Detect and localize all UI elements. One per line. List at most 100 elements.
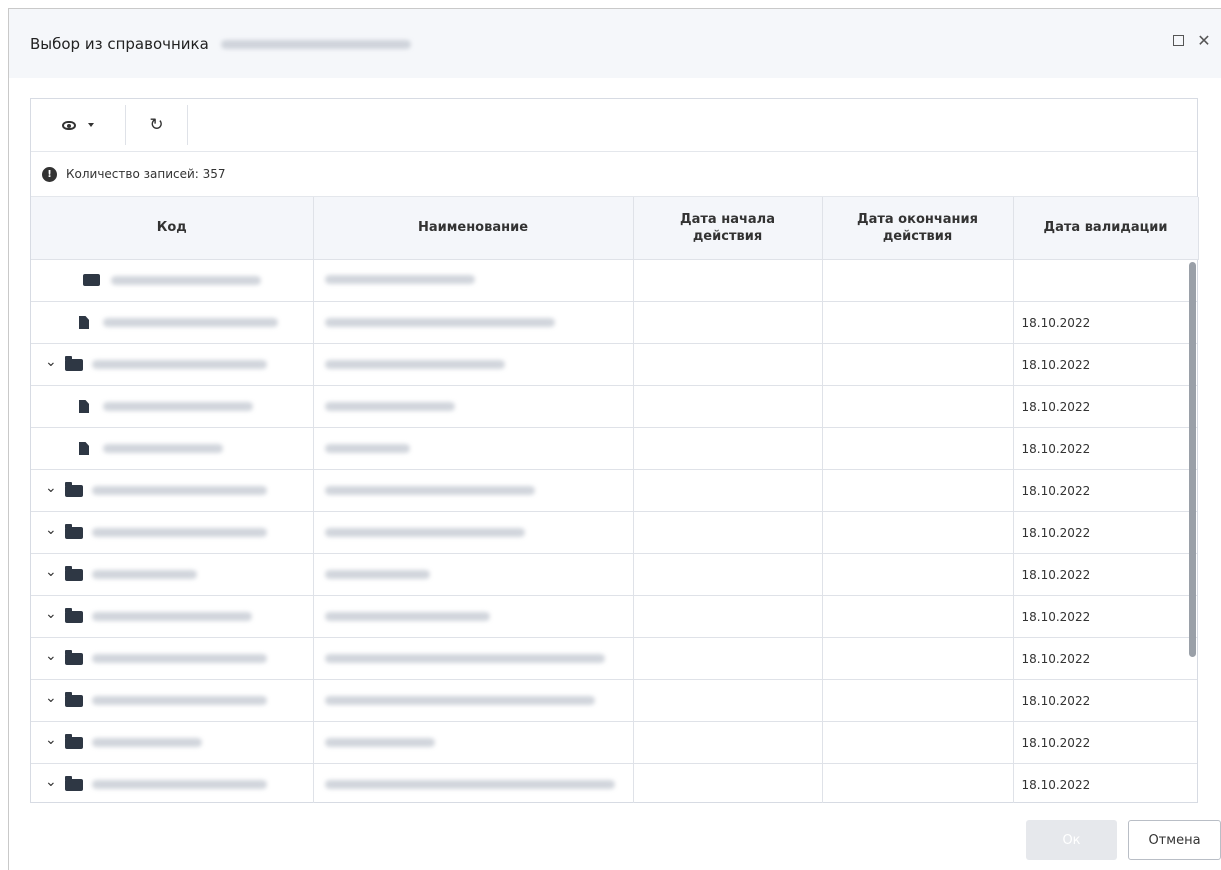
cell-end-date[interactable] — [822, 259, 1014, 302]
chevron-down-icon[interactable] — [45, 567, 65, 583]
cell-end-date[interactable] — [822, 637, 1014, 680]
cell-code[interactable] — [31, 721, 314, 764]
table-row[interactable]: 18.10.2022 — [31, 301, 1197, 344]
column-header-end-date[interactable]: Дата окончания действия — [822, 197, 1014, 260]
chevron-down-icon[interactable] — [45, 525, 65, 541]
cell-name[interactable] — [313, 301, 634, 344]
cell-name[interactable] — [313, 469, 634, 512]
cell-validation-date[interactable]: 18.10.2022 — [1013, 511, 1197, 554]
chevron-down-icon[interactable] — [45, 357, 65, 373]
column-header-name[interactable]: Наименование — [313, 197, 634, 260]
cell-code[interactable] — [31, 259, 314, 302]
cell-end-date[interactable] — [822, 427, 1014, 470]
cell-start-date[interactable] — [633, 301, 823, 344]
cell-code[interactable] — [31, 553, 314, 596]
table-row[interactable] — [31, 259, 1197, 302]
cell-code[interactable] — [31, 343, 314, 386]
cell-validation-date[interactable]: 18.10.2022 — [1013, 763, 1197, 803]
cell-end-date[interactable] — [822, 679, 1014, 722]
cell-name[interactable] — [313, 385, 634, 428]
cell-name[interactable] — [313, 553, 634, 596]
cell-validation-date[interactable]: 18.10.2022 — [1013, 553, 1197, 596]
table-row[interactable]: 18.10.2022 — [31, 511, 1197, 554]
cell-start-date[interactable] — [633, 427, 823, 470]
cell-name[interactable] — [313, 679, 634, 722]
cell-name[interactable] — [313, 259, 634, 302]
cell-start-date[interactable] — [633, 343, 823, 386]
chevron-down-icon[interactable] — [45, 735, 65, 751]
close-button[interactable]: ✕ — [1196, 31, 1212, 50]
cell-validation-date[interactable]: 18.10.2022 — [1013, 385, 1197, 428]
cell-name[interactable] — [313, 427, 634, 470]
table-row[interactable]: 18.10.2022 — [31, 469, 1197, 512]
cancel-button[interactable]: Отмена — [1128, 820, 1221, 860]
cell-code[interactable] — [31, 637, 314, 680]
table-row[interactable]: 18.10.2022 — [31, 427, 1197, 470]
ok-button[interactable]: Ок — [1026, 820, 1117, 860]
cell-validation-date[interactable]: 18.10.2022 — [1013, 721, 1197, 764]
cell-code[interactable] — [31, 595, 314, 638]
table-row[interactable]: 18.10.2022 — [31, 553, 1197, 596]
cell-code[interactable] — [31, 679, 314, 722]
view-dropdown-button[interactable] — [31, 105, 126, 145]
cell-code[interactable] — [31, 301, 314, 344]
maximize-button[interactable] — [1170, 31, 1186, 49]
cell-start-date[interactable] — [633, 679, 823, 722]
cell-name[interactable] — [313, 763, 634, 803]
cell-end-date[interactable] — [822, 511, 1014, 554]
cell-name[interactable] — [313, 511, 634, 554]
table-row[interactable]: 18.10.2022 — [31, 637, 1197, 680]
chevron-down-icon[interactable] — [45, 651, 65, 667]
cell-code[interactable] — [31, 469, 314, 512]
cell-start-date[interactable] — [633, 763, 823, 803]
chevron-down-icon[interactable] — [45, 609, 65, 625]
cell-validation-date[interactable]: 18.10.2022 — [1013, 469, 1197, 512]
cell-code[interactable] — [31, 511, 314, 554]
cell-validation-date[interactable] — [1013, 259, 1197, 302]
cell-end-date[interactable] — [822, 721, 1014, 764]
cell-name[interactable] — [313, 637, 634, 680]
cell-start-date[interactable] — [633, 385, 823, 428]
cell-end-date[interactable] — [822, 553, 1014, 596]
chevron-down-icon[interactable] — [45, 693, 65, 709]
cell-end-date[interactable] — [822, 469, 1014, 512]
cell-validation-date[interactable]: 18.10.2022 — [1013, 301, 1197, 344]
cell-end-date[interactable] — [822, 343, 1014, 386]
cell-validation-date[interactable]: 18.10.2022 — [1013, 343, 1197, 386]
cell-code[interactable] — [31, 385, 314, 428]
scrollbar-thumb[interactable] — [1189, 261, 1196, 657]
cell-start-date[interactable] — [633, 511, 823, 554]
cell-validation-date[interactable]: 18.10.2022 — [1013, 595, 1197, 638]
cell-start-date[interactable] — [633, 553, 823, 596]
vertical-scrollbar[interactable] — [1189, 260, 1197, 803]
chevron-down-icon[interactable] — [45, 483, 65, 499]
cell-name[interactable] — [313, 721, 634, 764]
cell-validation-date[interactable]: 18.10.2022 — [1013, 637, 1197, 680]
table-row[interactable]: 18.10.2022 — [31, 679, 1197, 722]
cell-name[interactable] — [313, 595, 634, 638]
cell-start-date[interactable] — [633, 259, 823, 302]
cell-validation-date[interactable]: 18.10.2022 — [1013, 679, 1197, 722]
table-body[interactable]: 18.10.202218.10.202218.10.202218.10.2022… — [31, 259, 1197, 803]
cell-validation-date[interactable]: 18.10.2022 — [1013, 427, 1197, 470]
column-header-start-date[interactable]: Дата начала действия — [633, 197, 823, 260]
cell-end-date[interactable] — [822, 301, 1014, 344]
cell-name[interactable] — [313, 343, 634, 386]
table-row[interactable]: 18.10.2022 — [31, 763, 1197, 803]
cell-end-date[interactable] — [822, 595, 1014, 638]
chevron-down-icon[interactable] — [45, 777, 65, 793]
cell-start-date[interactable] — [633, 595, 823, 638]
table-row[interactable]: 18.10.2022 — [31, 343, 1197, 386]
cell-end-date[interactable] — [822, 763, 1014, 803]
cell-start-date[interactable] — [633, 469, 823, 512]
column-header-code[interactable]: Код — [31, 197, 314, 260]
cell-end-date[interactable] — [822, 385, 1014, 428]
refresh-button[interactable]: ↻ — [126, 105, 188, 145]
cell-start-date[interactable] — [633, 637, 823, 680]
table-row[interactable]: 18.10.2022 — [31, 721, 1197, 764]
column-header-validation-date[interactable]: Дата валидации — [1013, 197, 1199, 260]
cell-code[interactable] — [31, 427, 314, 470]
cell-start-date[interactable] — [633, 721, 823, 764]
cell-code[interactable] — [31, 763, 314, 803]
table-row[interactable]: 18.10.2022 — [31, 595, 1197, 638]
